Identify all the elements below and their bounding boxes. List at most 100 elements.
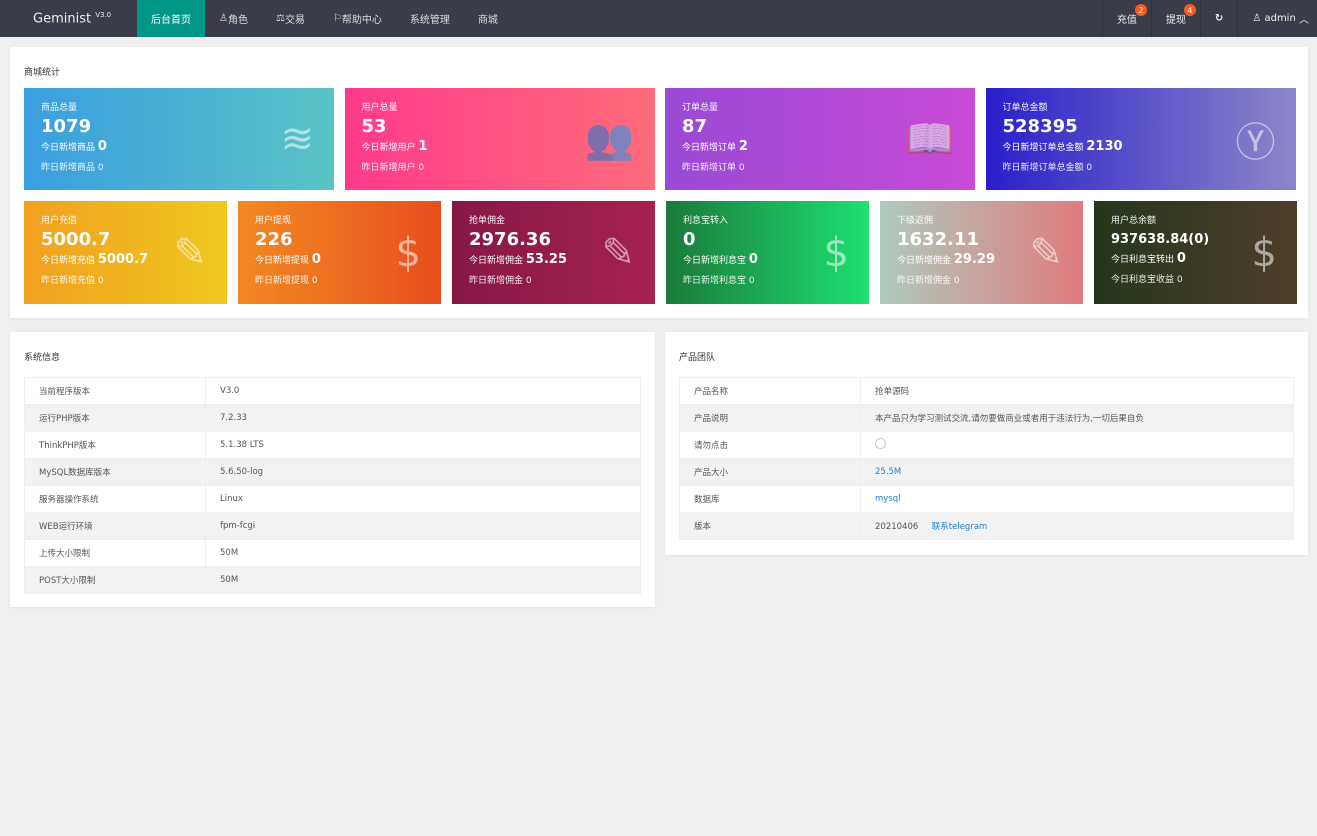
card-title: 抢单佣金 [469, 216, 506, 226]
stat-card: 订单总金额 528395 今日新增订单总金额 2130 昨日新增订单总金额 0 … [985, 88, 1296, 190]
row-label: 版本 [679, 512, 861, 540]
row-value: 7.2.33 [205, 404, 641, 432]
withdraw-button[interactable]: 提现 4 [1150, 0, 1200, 37]
user-icon: ♙ [1252, 13, 1265, 24]
row-label: ThinkPHP版本 [24, 431, 206, 459]
row-value: 5.1.38 LTS [205, 431, 641, 459]
card-yesterday: 昨日新增商品 0 [41, 163, 104, 173]
team-panel: 产品团队 产品名称 抢单源码 产品说明 本产品只为学习测试交流,请勿要做商业或者用于违… [665, 332, 1308, 555]
card-title: 用户总量 [361, 103, 398, 113]
edit-question-icon: ✎ [173, 229, 207, 276]
table-row: MySQL数据库版本 5.6.50-log [24, 458, 641, 486]
card-title: 用户充值 [41, 216, 78, 226]
table-row: 请勿点击 [679, 431, 1294, 459]
row-label: MySQL数据库版本 [24, 458, 206, 486]
card-title: 用户提现 [255, 216, 292, 226]
edit-question-icon: ✎ [1029, 229, 1063, 276]
link-value[interactable]: mysql [875, 494, 901, 504]
row-label: 请勿点击 [679, 431, 861, 459]
table-row: 上传大小限制 50M [24, 539, 641, 567]
contact-telegram-link[interactable]: 联系telegram [932, 522, 988, 532]
dollar-icon: $ [823, 229, 849, 276]
row-value: 50M [205, 566, 641, 594]
row-value: fpm-fcgi [205, 512, 641, 540]
row-label: 上传大小限制 [24, 539, 206, 567]
top-nav: Geminist V3.0 后台首页 ♙ 角色 ⚖ 交易 ⚐ 帮助中心 系统管理 商城 充… [0, 0, 1317, 37]
table-row: 产品说明 本产品只为学习测试交流,请勿要做商业或者用于违法行为,一切后果自负 [679, 404, 1294, 432]
stats-panel: 商城统计 商品总量 1079 今日新增商品 0 昨日新增商品 0 ≋ 用户总量 5… [10, 47, 1308, 318]
team-title: 产品团队 [679, 353, 716, 363]
row-label: 运行PHP版本 [24, 404, 206, 432]
user-menu[interactable]: ♙ admin ︿ [1237, 0, 1317, 37]
row-value: 50M [205, 539, 641, 567]
card-value: 1079 [41, 116, 92, 137]
chevron-up-icon: ︿ [1299, 15, 1309, 26]
card-title: 商品总量 [41, 103, 78, 113]
nav-item-3[interactable]: ⚐ 帮助中心 [319, 0, 396, 37]
stat-card: 订单总量 87 今日新增订单 2 昨日新增订单 0 📖 [665, 88, 975, 190]
stat-card: 抢单佣金 2976.36 今日新增佣金 53.25 昨日新增佣金 0 ✎ [452, 201, 655, 304]
card-title: 订单总量 [682, 103, 719, 113]
nav-item-5[interactable]: 商城 [464, 0, 512, 37]
yen-icon: Ⓨ [1235, 120, 1276, 166]
withdraw-badge: 4 [1183, 4, 1196, 16]
user-icon: ♙ [219, 13, 228, 24]
scale-icon: ⚖ [275, 13, 285, 24]
table-row: 版本 20210406 联系telegram [679, 512, 1294, 540]
row-label: WEB运行环境 [24, 512, 206, 540]
row-label: 数据库 [679, 485, 861, 513]
system-info-title: 系统信息 [24, 353, 61, 363]
row-label: 产品说明 [679, 404, 861, 432]
stat-card: 利息宝转入 0 今日新增利息宝 0 昨日新增利息宝 0 $ [666, 201, 869, 304]
row-value: 本产品只为学习测试交流,请勿要做商业或者用于违法行为,一切后果自负 [860, 404, 1294, 432]
row-value: 20210406 联系telegram [860, 512, 1294, 540]
row-value: Linux [205, 485, 641, 513]
row-value: V3.0 [205, 377, 641, 405]
stat-card: 用户充值 5000.7 今日新增充值 5000.7 昨日新增充值 0 ✎ [24, 201, 227, 304]
stat-card: 用户总量 53 今日新增用户 1 昨日新增用户 0 👥 [344, 88, 655, 190]
table-row: WEB运行环境 fpm-fcgi [24, 512, 641, 540]
card-title: 利息宝转入 [683, 216, 729, 226]
table-row: 服务器操作系统 Linux [24, 485, 641, 513]
row-value: mysql [860, 485, 1294, 513]
system-info-panel: 系统信息 当前程序版本 V3.0 运行PHP版本 7.2.33 ThinkPHP版本 5.… [10, 332, 655, 607]
card-title: 下级返佣 [897, 216, 934, 226]
nav-item-2[interactable]: ⚖ 交易 [262, 0, 319, 37]
table-row: 数据库 mysql [679, 485, 1294, 513]
nav-item-0[interactable]: 后台首页 [137, 0, 205, 37]
stats-title: 商城统计 [24, 68, 61, 78]
card-today: 今日新增商品 0 [41, 139, 107, 154]
table-row: 产品大小 25.5M [679, 458, 1294, 486]
dollar-icon: $ [1251, 229, 1277, 276]
table-row: ThinkPHP版本 5.1.38 LTS [24, 431, 641, 459]
recharge-button[interactable]: 充值 2 [1101, 0, 1151, 37]
nav-item-4[interactable]: 系统管理 [396, 0, 464, 37]
flag-icon: ⚐ [332, 13, 342, 24]
table-row: 运行PHP版本 7.2.33 [24, 404, 641, 432]
refresh-icon: ↻ [1214, 13, 1224, 24]
do-not-click-button[interactable] [875, 438, 886, 449]
layers-icon: ≋ [280, 116, 314, 162]
row-value [860, 431, 1294, 459]
logo[interactable]: Geminist V3.0 [0, 11, 137, 26]
nav-item-1[interactable]: ♙ 角色 [205, 0, 262, 37]
table-row: 当前程序版本 V3.0 [24, 377, 641, 405]
recharge-badge: 2 [1134, 4, 1147, 16]
row-value: 25.5M [860, 458, 1294, 486]
card-title: 用户总余额 [1111, 216, 1157, 226]
edit-question-icon: ✎ [601, 229, 635, 276]
link-value[interactable]: 25.5M [875, 467, 901, 477]
users-icon: 👥 [584, 116, 635, 163]
row-label: POST大小限制 [24, 566, 206, 594]
row-label: 产品大小 [679, 458, 861, 486]
row-value: 5.6.50-log [205, 458, 641, 486]
row-label: 产品名称 [679, 377, 861, 405]
table-row: POST大小限制 50M [24, 566, 641, 594]
stat-card: 下级返佣 1632.11 今日新增佣金 29.29 昨日新增佣金 0 ✎ [880, 201, 1083, 304]
row-label: 当前程序版本 [24, 377, 206, 405]
stat-card: 商品总量 1079 今日新增商品 0 昨日新增商品 0 ≋ [24, 88, 334, 190]
table-row: 产品名称 抢单源码 [679, 377, 1294, 405]
stat-card: 用户提现 226 今日新增提现 0 昨日新增提现 0 $ [238, 201, 441, 304]
book-icon: 📖 [905, 116, 955, 163]
refresh-button[interactable]: ↻ [1199, 0, 1237, 37]
